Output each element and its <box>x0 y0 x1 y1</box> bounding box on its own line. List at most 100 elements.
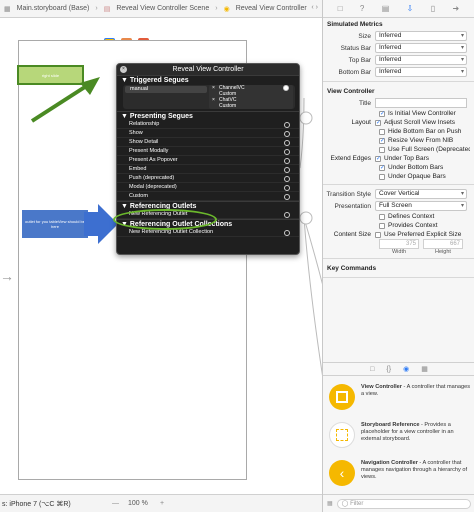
extend-checkbox-bottom[interactable]: ✓ Under Bottom Bars <box>323 163 474 172</box>
view-controller-icon <box>329 384 355 410</box>
file-template-icon[interactable]: □ <box>370 366 374 373</box>
zoom-in-button[interactable]: + <box>160 500 164 507</box>
connection-circle-icon[interactable] <box>284 148 290 155</box>
divider <box>323 258 474 259</box>
title-input[interactable] <box>375 98 467 108</box>
inspector-tabs: □ ? ▤ ⇩ ▯ ➜ <box>323 0 474 18</box>
connection-circle-icon[interactable] <box>284 193 290 200</box>
checkbox-icon[interactable] <box>379 222 385 229</box>
inspector-panel: □ ? ▤ ⇩ ▯ ➜ Simulated Metrics Size Inferr… <box>322 0 474 512</box>
zoom-out-button[interactable]: — <box>112 500 119 507</box>
jump-bar-crumb-scene[interactable]: Reveal View Controller Scene <box>116 5 209 12</box>
preferred-size-checkbox[interactable]: Content Size Use Preferred Explicit Size <box>323 230 474 239</box>
entry-point-arrow-icon[interactable]: → <box>0 268 14 284</box>
section-label: Presenting Segues <box>129 113 193 120</box>
height-label: Height <box>435 249 451 255</box>
manual-targets: × ChannelVC Custom × ChatVC Custom <box>209 85 293 109</box>
connection-circle-icon[interactable] <box>284 211 290 218</box>
provides-context-checkbox[interactable]: Provides Context <box>323 221 474 230</box>
library-item-storyboard-reference[interactable]: Storyboard Reference - Provides a placeh… <box>323 418 474 456</box>
checkbox-checked-icon[interactable]: ✓ <box>375 155 381 162</box>
checkbox-checked-icon[interactable]: ✓ <box>375 119 381 126</box>
segue-row-push: Push (deprecated) <box>117 174 299 183</box>
connection-circle-icon[interactable] <box>284 121 290 128</box>
close-icon[interactable]: × <box>120 66 127 73</box>
annotation-note-blue: outlet for you tableView should be here <box>22 210 88 238</box>
row-label: Present As Popover <box>129 157 178 163</box>
checkbox-checked-icon[interactable]: ✓ <box>379 110 385 117</box>
grid-icon[interactable]: ▦ <box>4 5 11 13</box>
title-row: Title <box>323 97 474 109</box>
layout-checkbox-resize[interactable]: ✓ Resize View From NIB <box>323 136 474 145</box>
checkbox-checked-icon[interactable]: ✓ <box>379 137 385 144</box>
connection-circle-icon[interactable] <box>284 166 290 173</box>
size-select[interactable]: Inferred <box>375 31 467 41</box>
hud-title: Reveal View Controller <box>172 66 244 73</box>
row-label: Present Modally <box>129 148 169 154</box>
checkbox-icon[interactable] <box>375 231 381 238</box>
top-bar-select[interactable]: Inferred <box>375 55 467 65</box>
checkbox-label: Hide Bottom Bar on Push <box>388 128 462 135</box>
grid-view-icon[interactable]: ▦ <box>327 500 333 507</box>
field-label: Layout <box>351 119 371 126</box>
metric-row-bottom-bar: Bottom Bar Inferred <box>323 66 474 78</box>
is-initial-checkbox[interactable]: ✓ Is Initial View Controller <box>323 109 474 118</box>
row-label: Show Detail <box>129 139 159 145</box>
file-inspector-icon[interactable]: □ <box>338 4 343 13</box>
checkbox-icon[interactable] <box>379 173 385 180</box>
media-library-icon[interactable]: ▦ <box>421 365 428 373</box>
field-label: Content Size <box>333 231 371 238</box>
presenting-segues-header[interactable]: ▼ Presenting Segues <box>117 111 299 120</box>
size-inspector-icon[interactable]: ▯ <box>431 4 435 13</box>
zoom-level[interactable]: 100 % <box>128 500 148 507</box>
extend-checkbox-opaque[interactable]: Under Opaque Bars <box>323 172 474 181</box>
connection-circle-icon[interactable] <box>284 157 290 164</box>
layout-checkbox-adjust[interactable]: Layout ✓ Adjust Scroll View Insets <box>323 118 474 127</box>
help-icon[interactable]: ? <box>360 4 364 13</box>
identity-inspector-icon[interactable]: ▤ <box>382 4 390 13</box>
presentation-select[interactable]: Full Screen <box>375 201 467 211</box>
connection-circle-icon[interactable] <box>284 229 290 236</box>
jump-bar-crumb-file[interactable]: Main.storyboard (Base) <box>17 5 90 12</box>
view-controller-title: View Controller <box>327 88 375 95</box>
storyboard-canvas[interactable]: right slide outlet for you tableView sho… <box>0 18 322 494</box>
attributes-inspector-icon[interactable]: ⇩ <box>407 4 414 13</box>
defines-context-checkbox[interactable]: Defines Context <box>323 212 474 221</box>
checkbox-checked-icon[interactable]: ✓ <box>379 164 385 171</box>
extend-checkbox-top[interactable]: Extend Edges ✓ Under Top Bars <box>323 154 474 163</box>
segue-row-present-modally: Present Modally <box>117 147 299 156</box>
filter-input[interactable]: ◯ Filter <box>336 498 471 509</box>
width-label: Width <box>391 249 407 255</box>
checkbox-icon[interactable] <box>379 146 385 153</box>
status-bar-select[interactable]: Inferred <box>375 43 467 53</box>
checkbox-icon[interactable] <box>379 213 385 220</box>
row-label: Embed <box>129 166 147 172</box>
connections-inspector-icon[interactable]: ➜ <box>453 4 460 13</box>
checkbox-label: Provides Context <box>388 222 438 229</box>
triggered-segues-header[interactable]: ▼ Triggered Segues <box>117 75 299 84</box>
width-input[interactable]: 375 <box>379 239 419 249</box>
referencing-outlets-header[interactable]: ▼ Referencing Outlets <box>117 201 299 210</box>
chevron-right-icon: › <box>215 5 218 12</box>
connection-circle-icon[interactable] <box>284 175 290 182</box>
bottom-bar-select[interactable]: Inferred <box>375 67 467 77</box>
connection-circle-icon[interactable] <box>284 130 290 137</box>
library-item-navigation-controller[interactable]: ‹ Navigation Controller - A controller t… <box>323 456 474 494</box>
connection-circle-icon[interactable] <box>284 139 290 146</box>
connection-circle-icon[interactable] <box>284 184 290 191</box>
layout-checkbox-hide-bottom[interactable]: Hide Bottom Bar on Push <box>323 127 474 136</box>
library-item-view-controller[interactable]: View Controller - A controller that mana… <box>323 380 474 418</box>
height-input[interactable]: 667 <box>423 239 463 249</box>
checkbox-icon[interactable] <box>379 128 385 135</box>
field-label: Status Bar <box>340 44 371 52</box>
transition-style-select[interactable]: Cover Vertical <box>375 189 467 199</box>
object-library-icon[interactable]: ◉ <box>403 365 409 373</box>
code-snippet-icon[interactable]: {} <box>386 366 391 373</box>
green-arrow-annotation <box>30 77 100 123</box>
segue-row-modal: Modal (deprecated) <box>117 183 299 192</box>
jump-bar-crumb-controller[interactable]: Reveal View Controller <box>236 5 307 12</box>
layout-checkbox-full-screen[interactable]: Use Full Screen (Deprecated) <box>323 145 474 154</box>
nav-arrows-icon[interactable]: ‹ › <box>311 4 318 11</box>
library-item-text: Navigation Controller - A controller tha… <box>361 460 471 494</box>
device-selector[interactable]: s: iPhone 7 (⌥C ⌘R) <box>0 500 71 508</box>
